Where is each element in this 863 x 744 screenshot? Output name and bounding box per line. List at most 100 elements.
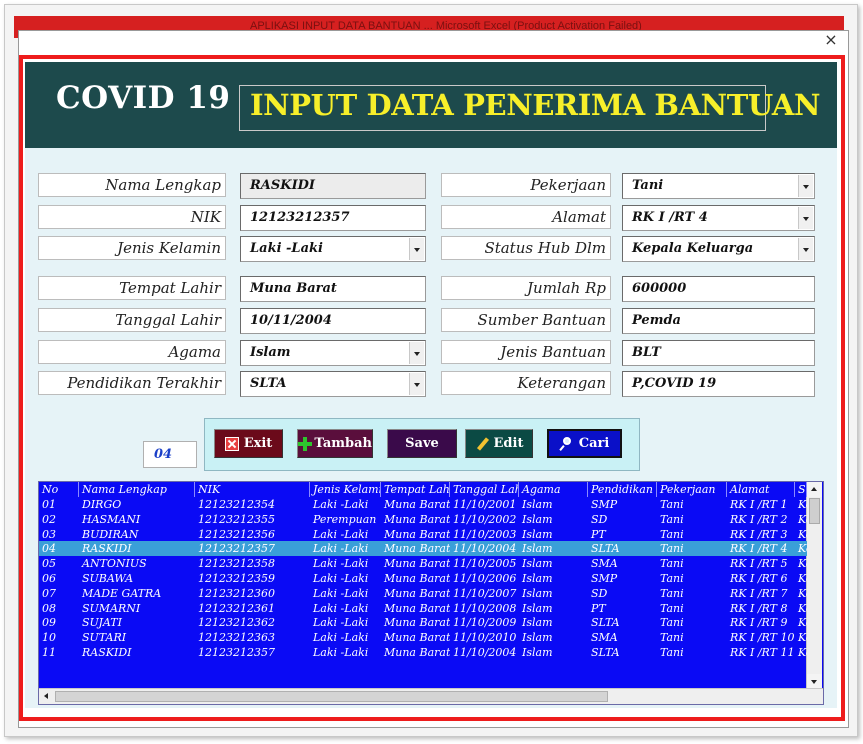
label-pekerjaan: Pekerjaan	[441, 173, 611, 197]
header-col-pekerjaan[interactable]: Pekerjaan	[657, 482, 727, 497]
sumber-bantuan-field[interactable]: Pemda	[622, 308, 815, 334]
horizontal-scrollbar[interactable]	[39, 688, 823, 704]
header-col-jk[interactable]: Jenis Kelamin	[310, 482, 381, 497]
scroll-left-icon[interactable]	[39, 689, 54, 704]
covid-title: COVID 19	[56, 80, 231, 116]
keterangan-field[interactable]: P,COVID 19	[622, 371, 815, 397]
table-cell: SLTA	[591, 646, 620, 659]
header-col-no[interactable]: No	[39, 482, 79, 497]
table-cell: RK I /RT 9	[730, 616, 788, 630]
table-cell: Perempuan	[313, 512, 377, 526]
table-cell: 11/10/2004	[453, 542, 517, 556]
table-cell: DIRGO	[82, 498, 122, 511]
scroll-thumb[interactable]	[809, 498, 820, 524]
header-col-tempat[interactable]: Tempat Lahir	[381, 482, 450, 497]
header-col-status[interactable]: Status Hub Dlm	[795, 482, 807, 497]
header-col-pendidikan[interactable]: Pendidikan Terakhir	[588, 482, 657, 497]
plus-icon	[298, 436, 313, 451]
chevron-down-icon[interactable]	[798, 175, 813, 197]
scroll-up-icon[interactable]	[807, 482, 822, 497]
pekerjaan-value: Tani	[632, 178, 664, 193]
vertical-scrollbar[interactable]	[806, 482, 822, 689]
table-cell: Islam	[522, 512, 553, 526]
cari-button[interactable]: Cari	[547, 429, 622, 458]
hscroll-thumb[interactable]	[55, 691, 608, 702]
jenis-kelamin-select[interactable]: Laki -Laki	[240, 236, 426, 262]
save-button[interactable]: Save	[387, 429, 457, 458]
exit-button[interactable]: Exit	[214, 429, 283, 458]
table-cell: Muna Barat	[384, 616, 450, 630]
chevron-down-icon[interactable]	[409, 373, 424, 395]
table-row[interactable]: 08 SUMARNI 12123212361 Laki -Laki Muna Barat…	[39, 601, 807, 616]
cari-button-label: Cari	[578, 436, 610, 451]
close-box-icon	[224, 436, 239, 451]
chevron-down-icon[interactable]	[409, 342, 424, 364]
table-row[interactable]: 07 MADE GATRA 12123212360 Laki -Laki Muna Ba…	[39, 586, 807, 601]
table-row[interactable]: 06 SUBAWA 12123212359 Laki -Laki Muna Barat 1…	[39, 571, 807, 586]
table-row[interactable]: 05 ANTONIUS 12123212358 Laki -Laki Muna Bara…	[39, 556, 807, 571]
pendidikan-value: SLTA	[250, 376, 287, 391]
pekerjaan-select[interactable]: Tani	[622, 173, 815, 199]
table-cell: 11/10/2006	[453, 572, 517, 585]
header-col-tanggal[interactable]: Tanggal Lahir	[450, 482, 519, 497]
table-row[interactable]: 09 SUJATI 12123212362 Laki -Laki Muna Barat 1…	[39, 615, 807, 630]
chevron-down-icon[interactable]	[798, 207, 813, 229]
edit-button[interactable]: Edit	[465, 429, 533, 458]
table-row[interactable]: 01 DIRGO 12123212354 Laki -Laki Muna Barat 11…	[39, 497, 807, 512]
table-row[interactable]: 03 BUDIRAN 12123212356 Laki -Laki Muna Barat…	[39, 527, 807, 542]
header-col-agama[interactable]: Agama	[519, 482, 588, 497]
table-cell: 11/10/2004	[453, 646, 517, 659]
table-cell: Islam	[522, 572, 553, 585]
chevron-down-icon[interactable]	[798, 238, 813, 260]
data-grid[interactable]: NoNama LengkapNIKJenis KelaminTempat Lah…	[38, 481, 824, 705]
table-cell: Muna Barat	[384, 498, 450, 511]
table-cell: SMP	[591, 572, 618, 585]
table-cell: 11/10/2009	[453, 616, 517, 630]
pendidikan-select[interactable]: SLTA	[240, 371, 426, 397]
tambah-button[interactable]: Tambah	[297, 429, 373, 458]
alamat-select[interactable]: RK I /RT 4	[622, 205, 815, 231]
table-cell: Kepala Keluarga	[798, 601, 807, 615]
table-cell: Islam	[522, 542, 553, 556]
tanggal-lahir-field[interactable]: 10/11/2004	[240, 308, 426, 334]
tempat-lahir-field[interactable]: Muna Barat	[240, 276, 426, 302]
table-cell: Tani	[660, 586, 684, 600]
close-icon[interactable]: ×	[822, 31, 840, 49]
table-cell: Tani	[660, 527, 684, 541]
table-cell: RK I /RT 6	[730, 572, 788, 585]
table-cell: PT	[591, 527, 606, 541]
table-cell: Muna Barat	[384, 631, 450, 645]
agama-select[interactable]: Islam	[240, 340, 426, 366]
header-col-nama[interactable]: Nama Lengkap	[79, 482, 195, 497]
table-cell: 12123212356	[198, 527, 275, 541]
table-cell: ANTONIUS	[82, 557, 147, 571]
nik-field[interactable]: 12123212357	[240, 205, 426, 231]
chevron-down-icon[interactable]	[409, 238, 424, 260]
header-col-alamat[interactable]: Alamat	[727, 482, 795, 497]
table-cell: Islam	[522, 631, 553, 645]
table-cell: Tani	[660, 572, 684, 585]
jumlah-rp-field[interactable]: 600000	[622, 276, 815, 302]
jenis-bantuan-field[interactable]: BLT	[622, 340, 815, 366]
table-cell: Laki -Laki	[313, 616, 369, 630]
table-cell: 12123212361	[198, 601, 275, 615]
header-col-nik[interactable]: NIK	[195, 482, 310, 497]
table-cell: 11/10/2002	[453, 512, 517, 526]
table-cell: 11/10/2010	[453, 631, 517, 645]
table-row[interactable]: 11 RASKIDI 12123212357 Laki -Laki Muna Barat…	[39, 645, 807, 660]
pencil-icon	[475, 437, 489, 451]
table-row[interactable]: 10 SUTARI 12123212363 Laki -Laki Muna Barat 1…	[39, 630, 807, 645]
table-row[interactable]: 02 HASMANI 12123212355 Perempuan Muna Barat 1…	[39, 512, 807, 527]
table-cell: SD	[591, 512, 608, 526]
nama-lengkap-field[interactable]: RASKIDI	[240, 173, 426, 199]
table-cell: Kepala Keluarga	[798, 542, 807, 556]
table-cell: 12123212358	[198, 557, 275, 571]
status-hub-select[interactable]: Kepala Keluarga	[622, 236, 815, 262]
label-nama-lengkap: Nama Lengkap	[38, 173, 226, 197]
scroll-down-icon[interactable]	[807, 674, 822, 689]
table-cell: Islam	[522, 616, 553, 630]
table-cell: RK I /RT 5	[730, 557, 788, 571]
table-row[interactable]: 04 RASKIDI 12123212357 Laki -Laki Muna Barat…	[39, 541, 807, 557]
table-cell: Laki -Laki	[313, 542, 369, 556]
table-cell: 12123212362	[198, 616, 275, 630]
